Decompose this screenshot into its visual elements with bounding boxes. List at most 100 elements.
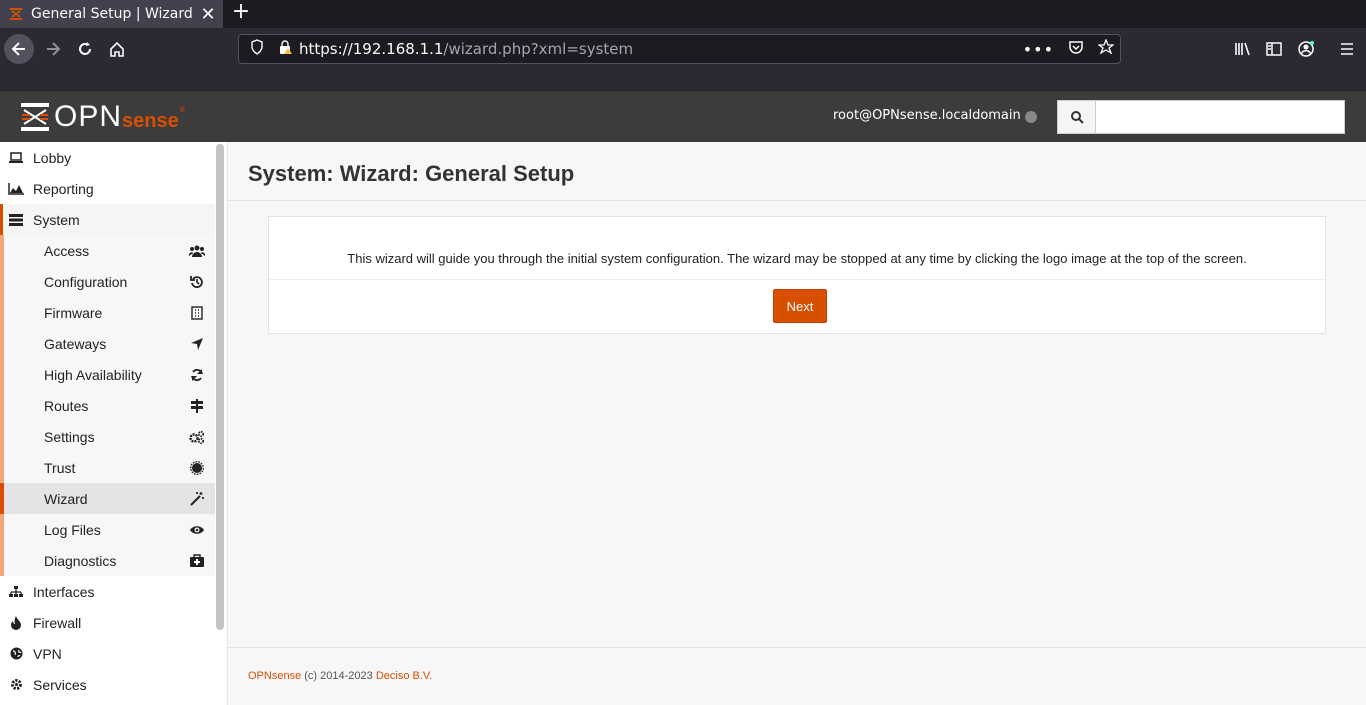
main-content: System: Wizard: General Setup This wizar… <box>228 142 1366 705</box>
tab-title: General Setup | Wizard | <box>31 6 197 22</box>
close-tab-icon[interactable]: ✕ <box>197 4 219 25</box>
fire-icon <box>8 615 24 630</box>
certificate-icon <box>188 460 206 475</box>
account-icon[interactable] <box>1296 39 1316 59</box>
browser-tab[interactable]: General Setup | Wizard | ✕ <box>0 0 223 28</box>
area-chart-icon <box>8 182 24 195</box>
next-button[interactable]: Next <box>773 289 827 323</box>
sidebar-label: Firewall <box>33 614 82 631</box>
cog-icon <box>8 678 24 691</box>
app-header: OPN sense ® root@OPNsense.localdomain <box>0 90 1366 142</box>
sidebar-item-configuration[interactable]: Configuration <box>0 266 215 297</box>
sidebar-item-firmware[interactable]: Firmware <box>0 297 215 328</box>
wizard-card: This wizard will guide you through the i… <box>268 216 1326 334</box>
footer-brand-link[interactable]: OPNsense <box>248 670 301 682</box>
sidebar-item-routes[interactable]: Routes <box>0 390 215 421</box>
eye-icon <box>188 524 206 536</box>
sidebar-item-interfaces[interactable]: Interfaces <box>0 576 215 607</box>
sidebar-label: High Availability <box>44 366 142 383</box>
sidebar-item-wizard[interactable]: Wizard <box>0 483 215 514</box>
cogs-icon <box>188 430 206 444</box>
insecure-lock-icon[interactable] <box>277 39 293 59</box>
url-text[interactable]: https://192.168.1.1/wizard.php?xml=syste… <box>299 40 1023 58</box>
pocket-icon[interactable] <box>1068 39 1084 59</box>
sidebar-item-reporting[interactable]: Reporting <box>0 173 215 204</box>
library-icon[interactable] <box>1233 39 1253 59</box>
sidebar-item-services[interactable]: Services <box>0 669 215 700</box>
url-bar[interactable]: https://192.168.1.1/wizard.php?xml=syste… <box>238 34 1121 64</box>
sidebar-scrollbar[interactable] <box>216 144 224 630</box>
sidebar-toggle-icon[interactable] <box>1264 39 1284 59</box>
sitemap-icon <box>8 585 24 598</box>
globe-icon <box>8 647 24 660</box>
registered-mark: ® <box>178 106 186 114</box>
sidebar-label: Access <box>44 242 90 259</box>
sidebar-item-vpn[interactable]: VPN <box>0 638 215 669</box>
browser-tabbar: General Setup | Wizard | ✕ + <box>0 0 1366 28</box>
map-signs-icon <box>188 398 206 413</box>
sidebar-item-access[interactable]: Access <box>0 235 215 266</box>
url-path: /wizard.php?xml=system <box>443 40 634 58</box>
sidebar-label: Gateways <box>44 335 107 352</box>
opnsense-favicon-icon <box>8 6 24 22</box>
sidebar-label: Trust <box>44 459 76 476</box>
sidebar-item-high-availability[interactable]: High Availability <box>0 359 215 390</box>
sidebar-item-diagnostics[interactable]: Diagnostics <box>0 545 215 576</box>
bookmark-star-icon[interactable] <box>1097 38 1115 59</box>
sidebar-label: Reporting <box>33 180 94 197</box>
location-arrow-icon <box>188 337 206 351</box>
search-icon[interactable] <box>1058 101 1096 133</box>
status-indicator[interactable] <box>1025 111 1037 123</box>
card-divider <box>269 279 1325 280</box>
opnsense-logo[interactable]: OPN sense ® <box>20 100 186 134</box>
sidebar-label: Routes <box>44 397 89 414</box>
search-input[interactable] <box>1096 101 1344 133</box>
footer-text: OPNsense (c) 2014-2023 Deciso B.V. <box>248 670 432 682</box>
sidebar-label: VPN <box>33 645 62 662</box>
sidebar-item-firewall[interactable]: Firewall <box>0 607 215 638</box>
opnsense-logo-icon <box>21 103 49 131</box>
browser-navbar: https://192.168.1.1/wizard.php?xml=syste… <box>0 28 1366 90</box>
sidebar-item-system[interactable]: System <box>0 204 215 235</box>
title-divider <box>228 200 1366 201</box>
magic-icon <box>188 491 206 506</box>
history-icon <box>188 275 206 289</box>
menu-search <box>1057 100 1345 134</box>
building-icon <box>188 305 206 320</box>
sidebar-item-settings[interactable]: Settings <box>0 421 215 452</box>
forward-icon[interactable] <box>38 34 68 64</box>
user-label[interactable]: root@OPNsense.localdomain <box>833 108 1021 123</box>
users-icon <box>188 245 206 257</box>
reload-icon[interactable] <box>70 34 100 64</box>
laptop-icon <box>8 151 24 164</box>
shield-icon[interactable] <box>250 39 264 59</box>
sidebar-label: Configuration <box>44 273 128 290</box>
sidebar-label: System <box>33 211 80 228</box>
sidebar-label: Interfaces <box>33 583 95 600</box>
medkit-icon <box>188 553 206 568</box>
sidebar-label: Lobby <box>33 149 72 166</box>
sidebar-label: Diagnostics <box>44 552 117 569</box>
sidebar-label: Wizard <box>44 490 88 507</box>
server-icon <box>8 213 24 226</box>
sidebar-item-trust[interactable]: Trust <box>0 452 215 483</box>
footer-copyright: (c) 2014-2023 <box>301 670 376 682</box>
footer-company-link[interactable]: Deciso B.V. <box>376 670 432 682</box>
sidebar-label: Firmware <box>44 304 103 321</box>
sidebar-item-gateways[interactable]: Gateways <box>0 328 215 359</box>
more-actions-icon[interactable]: ••• <box>1023 40 1054 59</box>
refresh-icon <box>188 368 206 382</box>
sidebar: Lobby Reporting System Access Configurat… <box>0 142 228 705</box>
new-tab-icon[interactable]: + <box>230 0 252 26</box>
sidebar-item-lobby[interactable]: Lobby <box>0 142 215 173</box>
home-icon[interactable] <box>102 34 132 64</box>
page-title: System: Wizard: General Setup <box>248 161 575 186</box>
sidebar-label: Services <box>33 676 87 693</box>
sidebar-item-log-files[interactable]: Log Files <box>0 514 215 545</box>
url-host: https://192.168.1.1 <box>299 40 444 58</box>
wizard-description: This wizard will guide you through the i… <box>347 251 1247 266</box>
back-icon[interactable] <box>4 34 34 64</box>
logo-opn-text: OPN <box>54 100 123 133</box>
logo-sense-text: sense <box>122 109 179 132</box>
hamburger-menu-icon[interactable] <box>1337 39 1357 59</box>
